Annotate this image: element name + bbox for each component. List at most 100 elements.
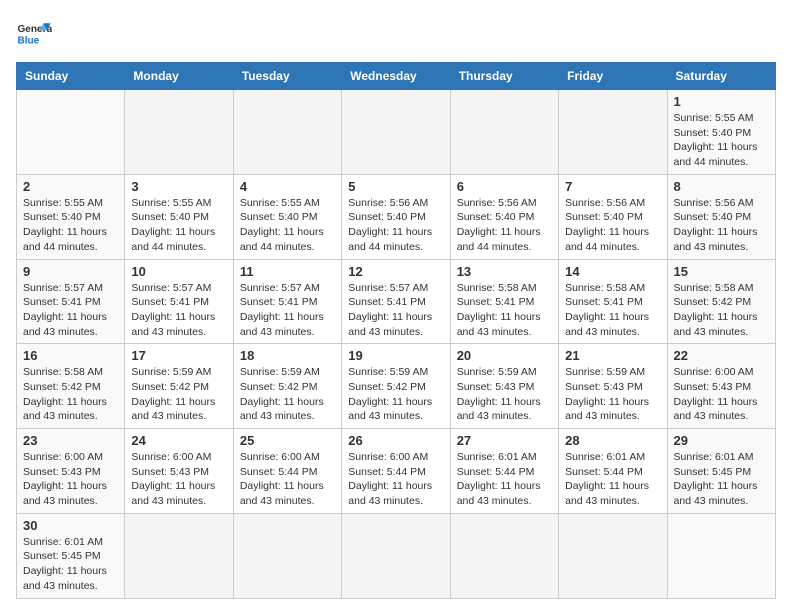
day-info: Sunrise: 5:58 AM Sunset: 5:41 PM Dayligh… [457, 281, 552, 340]
day-number: 6 [457, 179, 552, 194]
day-info: Sunrise: 6:01 AM Sunset: 5:45 PM Dayligh… [23, 535, 118, 594]
page-header: General Blue [16, 16, 776, 52]
calendar-cell [667, 513, 775, 598]
day-number: 4 [240, 179, 335, 194]
calendar-cell [233, 513, 341, 598]
calendar-cell: 21Sunrise: 5:59 AM Sunset: 5:43 PM Dayli… [559, 344, 667, 429]
weekday-header-monday: Monday [125, 63, 233, 90]
calendar-cell: 7 Sunrise: 5:56 AM Sunset: 5:40 PM Daylig… [559, 174, 667, 259]
calendar-cell: 29Sunrise: 6:01 AM Sunset: 5:45 PM Dayli… [667, 429, 775, 514]
day-number: 8 [674, 179, 769, 194]
day-info: Sunrise: 6:01 AM Sunset: 5:44 PM Dayligh… [457, 450, 552, 509]
calendar-cell: 30 Sunrise: 6:01 AM Sunset: 5:45 PM Dayli… [17, 513, 125, 598]
calendar-cell [342, 513, 450, 598]
calendar-cell: 28Sunrise: 6:01 AM Sunset: 5:44 PM Dayli… [559, 429, 667, 514]
day-number: 19 [348, 348, 443, 363]
day-number: 24 [131, 433, 226, 448]
calendar-cell: 10 Sunrise: 5:57 AM Sunset: 5:41 PM Dayli… [125, 259, 233, 344]
calendar-cell: 27Sunrise: 6:01 AM Sunset: 5:44 PM Dayli… [450, 429, 558, 514]
day-info: Sunrise: 5:58 AM Sunset: 5:41 PM Dayligh… [565, 281, 660, 340]
day-info: Sunrise: 5:55 AM Sunset: 5:40 PM Dayligh… [23, 196, 118, 255]
calendar-cell: 15Sunrise: 5:58 AM Sunset: 5:42 PM Dayli… [667, 259, 775, 344]
day-number: 10 [131, 264, 226, 279]
day-info: Sunrise: 5:59 AM Sunset: 5:42 PM Dayligh… [240, 365, 335, 424]
calendar-week-row: 23 Sunrise: 6:00 AM Sunset: 5:43 PM Dayli… [17, 429, 776, 514]
weekday-header-tuesday: Tuesday [233, 63, 341, 90]
day-info: Sunrise: 6:00 AM Sunset: 5:43 PM Dayligh… [674, 365, 769, 424]
day-number: 25 [240, 433, 335, 448]
day-info: Sunrise: 5:55 AM Sunset: 5:40 PM Dayligh… [674, 111, 769, 170]
day-number: 15 [674, 264, 769, 279]
day-info: Sunrise: 5:57 AM Sunset: 5:41 PM Dayligh… [131, 281, 226, 340]
svg-text:Blue: Blue [17, 35, 39, 46]
calendar-cell: 13 Sunrise: 5:58 AM Sunset: 5:41 PM Dayli… [450, 259, 558, 344]
day-number: 23 [23, 433, 118, 448]
calendar-cell: 6 Sunrise: 5:56 AM Sunset: 5:40 PM Daylig… [450, 174, 558, 259]
calendar-cell: 8Sunrise: 5:56 AM Sunset: 5:40 PM Daylig… [667, 174, 775, 259]
day-number: 1 [674, 94, 769, 109]
day-info: Sunrise: 6:00 AM Sunset: 5:43 PM Dayligh… [23, 450, 118, 509]
calendar-cell [450, 513, 558, 598]
calendar-week-row: 1 Sunrise: 5:55 AM Sunset: 5:40 PM Daylig… [17, 90, 776, 175]
day-number: 11 [240, 264, 335, 279]
weekday-header-friday: Friday [559, 63, 667, 90]
day-number: 18 [240, 348, 335, 363]
calendar-cell: 16Sunrise: 5:58 AM Sunset: 5:42 PM Dayli… [17, 344, 125, 429]
logo: General Blue [16, 16, 52, 52]
day-number: 17 [131, 348, 226, 363]
day-info: Sunrise: 5:57 AM Sunset: 5:41 PM Dayligh… [348, 281, 443, 340]
calendar-cell: 1 Sunrise: 5:55 AM Sunset: 5:40 PM Daylig… [667, 90, 775, 175]
calendar-cell: 4 Sunrise: 5:55 AM Sunset: 5:40 PM Daylig… [233, 174, 341, 259]
day-info: Sunrise: 6:00 AM Sunset: 5:44 PM Dayligh… [348, 450, 443, 509]
day-number: 12 [348, 264, 443, 279]
day-number: 5 [348, 179, 443, 194]
calendar-cell: 2 Sunrise: 5:55 AM Sunset: 5:40 PM Daylig… [17, 174, 125, 259]
calendar-cell [233, 90, 341, 175]
calendar-cell: 11 Sunrise: 5:57 AM Sunset: 5:41 PM Dayli… [233, 259, 341, 344]
day-info: Sunrise: 5:59 AM Sunset: 5:42 PM Dayligh… [348, 365, 443, 424]
calendar-cell: 25 Sunrise: 6:00 AM Sunset: 5:44 PM Dayli… [233, 429, 341, 514]
day-number: 30 [23, 518, 118, 533]
calendar-cell: 23 Sunrise: 6:00 AM Sunset: 5:43 PM Dayli… [17, 429, 125, 514]
day-info: Sunrise: 5:56 AM Sunset: 5:40 PM Dayligh… [565, 196, 660, 255]
day-info: Sunrise: 5:56 AM Sunset: 5:40 PM Dayligh… [348, 196, 443, 255]
day-number: 26 [348, 433, 443, 448]
calendar-cell [17, 90, 125, 175]
day-number: 9 [23, 264, 118, 279]
weekday-header-saturday: Saturday [667, 63, 775, 90]
weekday-header-wednesday: Wednesday [342, 63, 450, 90]
weekday-header-thursday: Thursday [450, 63, 558, 90]
day-info: Sunrise: 5:57 AM Sunset: 5:41 PM Dayligh… [23, 281, 118, 340]
calendar-table: SundayMondayTuesdayWednesdayThursdayFrid… [16, 62, 776, 599]
calendar-cell [125, 513, 233, 598]
day-info: Sunrise: 5:57 AM Sunset: 5:41 PM Dayligh… [240, 281, 335, 340]
calendar-cell: 20Sunrise: 5:59 AM Sunset: 5:43 PM Dayli… [450, 344, 558, 429]
calendar-cell: 5 Sunrise: 5:56 AM Sunset: 5:40 PM Daylig… [342, 174, 450, 259]
calendar-cell: 3Sunrise: 5:55 AM Sunset: 5:40 PM Daylig… [125, 174, 233, 259]
day-info: Sunrise: 5:58 AM Sunset: 5:42 PM Dayligh… [23, 365, 118, 424]
day-number: 2 [23, 179, 118, 194]
day-info: Sunrise: 6:01 AM Sunset: 5:44 PM Dayligh… [565, 450, 660, 509]
calendar-cell: 22 Sunrise: 6:00 AM Sunset: 5:43 PM Dayli… [667, 344, 775, 429]
day-number: 14 [565, 264, 660, 279]
day-info: Sunrise: 5:56 AM Sunset: 5:40 PM Dayligh… [457, 196, 552, 255]
day-number: 13 [457, 264, 552, 279]
day-info: Sunrise: 5:59 AM Sunset: 5:43 PM Dayligh… [565, 365, 660, 424]
calendar-week-row: 16Sunrise: 5:58 AM Sunset: 5:42 PM Dayli… [17, 344, 776, 429]
weekday-header-sunday: Sunday [17, 63, 125, 90]
calendar-cell: 18 Sunrise: 5:59 AM Sunset: 5:42 PM Dayli… [233, 344, 341, 429]
calendar-cell: 14 Sunrise: 5:58 AM Sunset: 5:41 PM Dayli… [559, 259, 667, 344]
day-number: 29 [674, 433, 769, 448]
day-info: Sunrise: 6:00 AM Sunset: 5:44 PM Dayligh… [240, 450, 335, 509]
calendar-cell [342, 90, 450, 175]
calendar-cell: 19 Sunrise: 5:59 AM Sunset: 5:42 PM Dayli… [342, 344, 450, 429]
calendar-week-row: 2 Sunrise: 5:55 AM Sunset: 5:40 PM Daylig… [17, 174, 776, 259]
logo-icon: General Blue [16, 16, 52, 52]
day-number: 22 [674, 348, 769, 363]
calendar-cell [450, 90, 558, 175]
day-info: Sunrise: 5:55 AM Sunset: 5:40 PM Dayligh… [240, 196, 335, 255]
calendar-cell [559, 90, 667, 175]
calendar-cell [125, 90, 233, 175]
day-info: Sunrise: 6:00 AM Sunset: 5:43 PM Dayligh… [131, 450, 226, 509]
day-number: 7 [565, 179, 660, 194]
